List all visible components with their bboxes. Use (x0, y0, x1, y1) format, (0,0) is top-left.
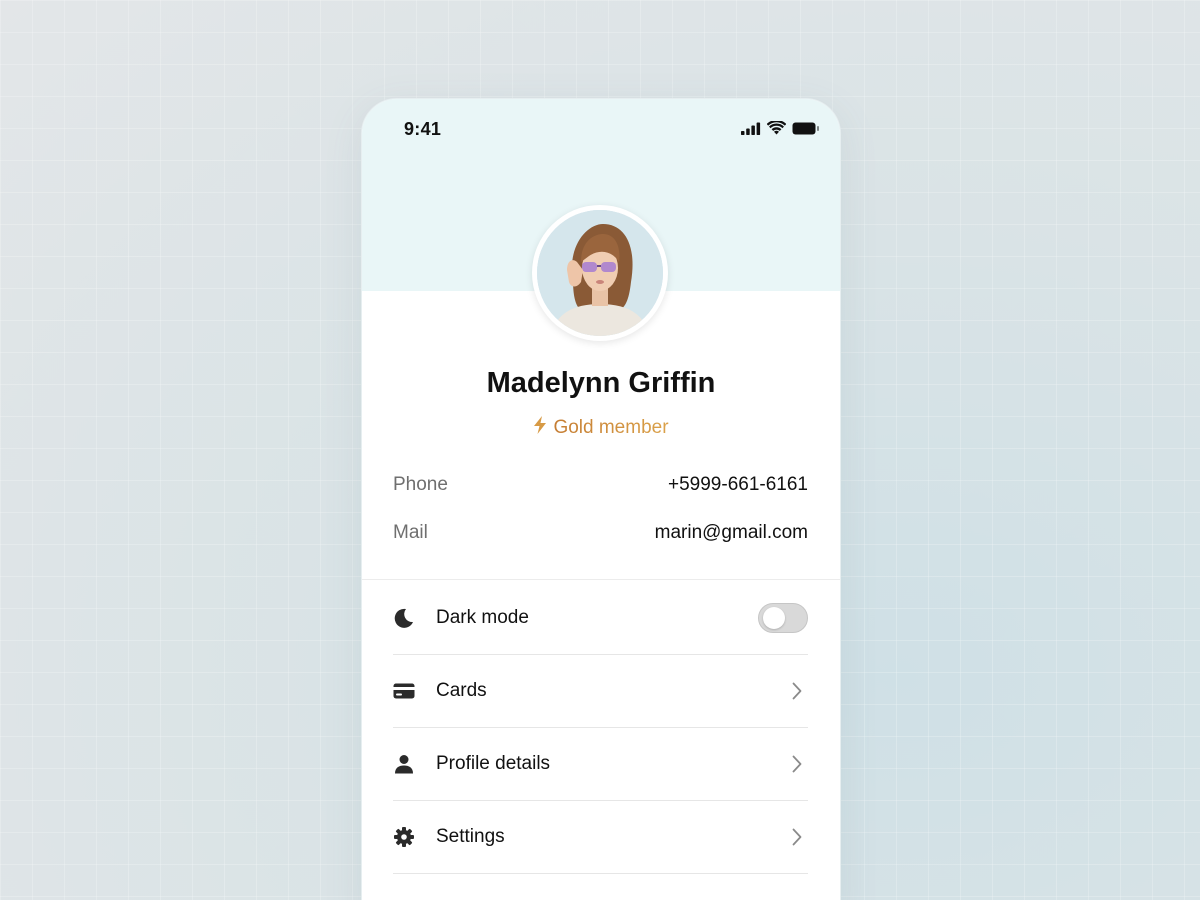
menu-item-cards[interactable]: Cards (393, 654, 808, 728)
phone-row: Phone +5999-661-6161 (393, 474, 808, 496)
dark-mode-label: Dark mode (436, 606, 529, 628)
moon-icon (393, 607, 415, 629)
mail-label: Mail (393, 522, 428, 543)
menu-item-settings[interactable]: Settings (393, 800, 808, 874)
user-icon (393, 753, 415, 775)
chevron-right-icon (790, 754, 804, 774)
lightning-icon (533, 416, 547, 440)
card-icon (393, 680, 415, 702)
mail-value[interactable]: marin@gmail.com (655, 522, 808, 544)
dark-mode-toggle[interactable] (758, 602, 808, 633)
chevron-right-icon (790, 827, 804, 847)
settings-label: Settings (436, 825, 505, 847)
profile-name: Madelynn Griffin (486, 367, 716, 399)
chevron-right-icon (790, 681, 804, 701)
mail-row: Mail marin@gmail.com (393, 522, 808, 544)
membership-badge: Gold member (362, 416, 840, 440)
battery-icon (792, 122, 820, 140)
wifi-icon (766, 119, 787, 140)
signal-icon (741, 122, 761, 140)
toggle-knob (763, 606, 785, 629)
membership-label: Gold member (553, 417, 669, 438)
status-bar: 9:41 (362, 99, 840, 159)
section-divider (362, 579, 840, 580)
gear-icon (393, 826, 415, 848)
phone-value[interactable]: +5999-661-6161 (668, 474, 808, 496)
status-icons (741, 119, 820, 140)
status-time: 9:41 (404, 119, 442, 139)
menu-item-dark-mode[interactable]: Dark mode (393, 581, 808, 655)
phone-label: Phone (393, 474, 448, 495)
menu-item-profile-details[interactable]: Profile details (393, 727, 808, 801)
avatar (537, 210, 663, 336)
profile-details-label: Profile details (436, 752, 551, 774)
cards-label: Cards (436, 679, 487, 701)
avatar-frame[interactable] (532, 205, 668, 341)
phone-screen: 9:41 Madelynn Griffin Gold member Phone … (361, 98, 841, 900)
